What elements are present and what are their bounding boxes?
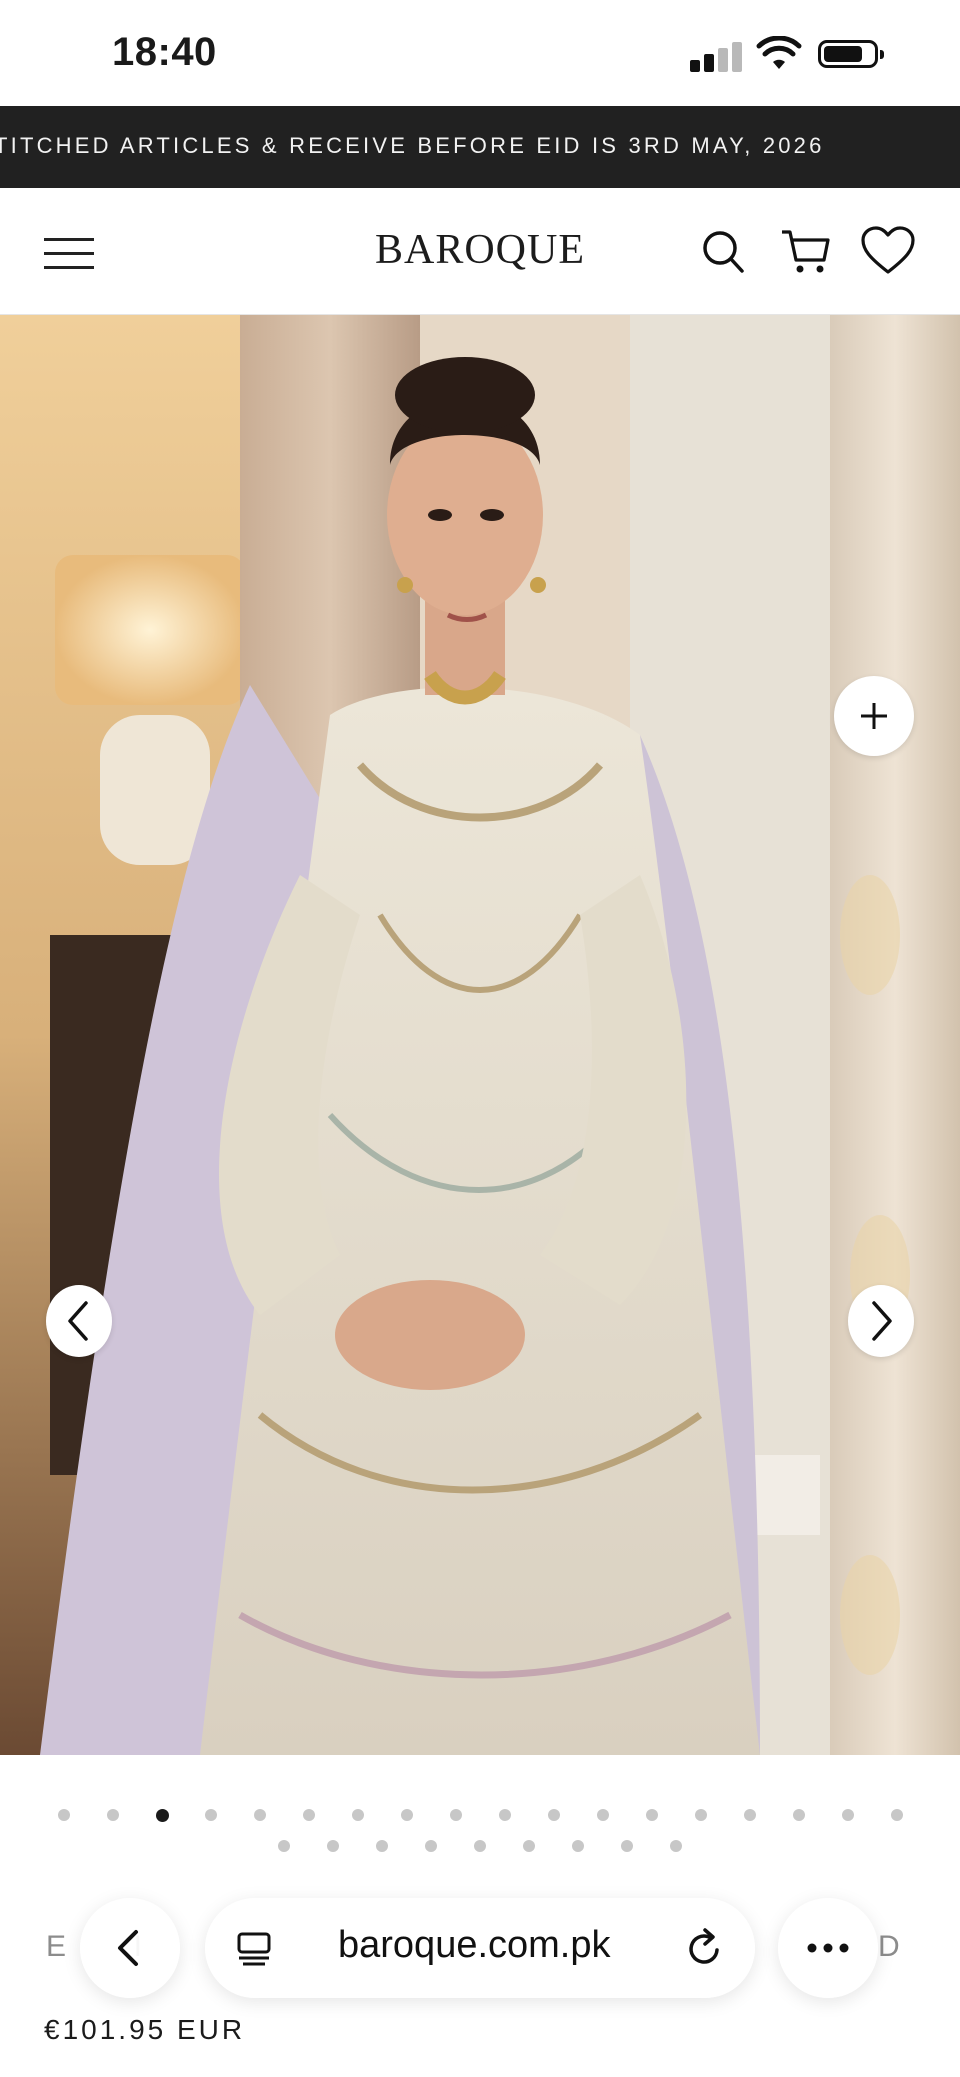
browser-back-button[interactable] [80, 1898, 180, 1998]
gallery-dot[interactable] [106, 1809, 119, 1821]
gallery-dot[interactable] [572, 1840, 584, 1852]
product-image-gallery[interactable] [0, 315, 960, 1755]
search-icon[interactable] [700, 226, 746, 276]
announcement-bar: TITCHED ARTICLES & RECEIVE BEFORE EID IS… [0, 106, 960, 188]
url-text[interactable]: baroque.com.pk [338, 1924, 611, 1967]
status-bar: 18:40 [0, 0, 960, 106]
gallery-dot[interactable] [890, 1809, 903, 1821]
product-title-start: E [46, 1930, 72, 1963]
gallery-pagination [0, 1755, 960, 1875]
chevron-left-icon [118, 1930, 138, 1966]
gallery-dot[interactable] [547, 1809, 560, 1821]
reload-icon[interactable] [685, 1926, 725, 1970]
gallery-dot[interactable] [351, 1809, 364, 1821]
gallery-dot[interactable] [743, 1809, 756, 1821]
gallery-dot[interactable] [425, 1840, 437, 1852]
gallery-dot[interactable] [645, 1809, 658, 1821]
heart-icon[interactable] [860, 226, 916, 276]
status-time: 18:40 [112, 30, 217, 74]
gallery-dot[interactable] [327, 1840, 339, 1852]
gallery-dot[interactable] [57, 1809, 70, 1821]
previous-image-button[interactable] [46, 1285, 112, 1357]
next-image-button[interactable] [848, 1285, 914, 1357]
tabs-icon[interactable] [235, 1928, 275, 1968]
cart-icon[interactable] [780, 226, 832, 276]
gallery-dot[interactable] [523, 1840, 535, 1852]
wifi-icon [756, 36, 802, 69]
product-photo [0, 315, 960, 1755]
announcement-text: TITCHED ARTICLES & RECEIVE BEFORE EID IS… [0, 133, 825, 158]
hamburger-menu-icon[interactable] [44, 236, 94, 270]
gallery-dot[interactable] [376, 1840, 388, 1852]
gallery-dot[interactable] [694, 1809, 707, 1821]
gallery-dot[interactable] [596, 1809, 609, 1821]
gallery-dot[interactable] [204, 1809, 217, 1821]
gallery-dot[interactable] [278, 1840, 290, 1852]
chevron-left-icon [68, 1301, 88, 1341]
brand-logo[interactable]: BAROQUE [330, 226, 630, 274]
product-title-end: D [878, 1930, 905, 1963]
site-header: BAROQUE [0, 188, 960, 315]
cellular-signal-icon [690, 40, 742, 72]
zoom-button[interactable] [834, 676, 914, 756]
gallery-dot[interactable] [621, 1840, 633, 1852]
browser-more-button[interactable] [778, 1898, 878, 1998]
gallery-dot[interactable] [302, 1809, 315, 1821]
gallery-dot[interactable] [474, 1840, 486, 1852]
battery-icon [818, 40, 884, 68]
gallery-dot[interactable] [400, 1809, 413, 1821]
gallery-dot[interactable] [253, 1809, 266, 1821]
brand-name: BAROQUE [374, 227, 585, 273]
plus-icon [861, 703, 887, 729]
gallery-dot[interactable] [449, 1809, 462, 1821]
chevron-right-icon [872, 1301, 892, 1341]
gallery-dot[interactable] [498, 1809, 511, 1821]
gallery-dot[interactable] [155, 1809, 169, 1822]
gallery-dot[interactable] [792, 1809, 805, 1821]
gallery-dot[interactable] [841, 1809, 854, 1821]
product-price: €101.95 EUR [44, 2014, 246, 2045]
more-icon [807, 1943, 849, 1953]
gallery-dot[interactable] [670, 1840, 682, 1852]
